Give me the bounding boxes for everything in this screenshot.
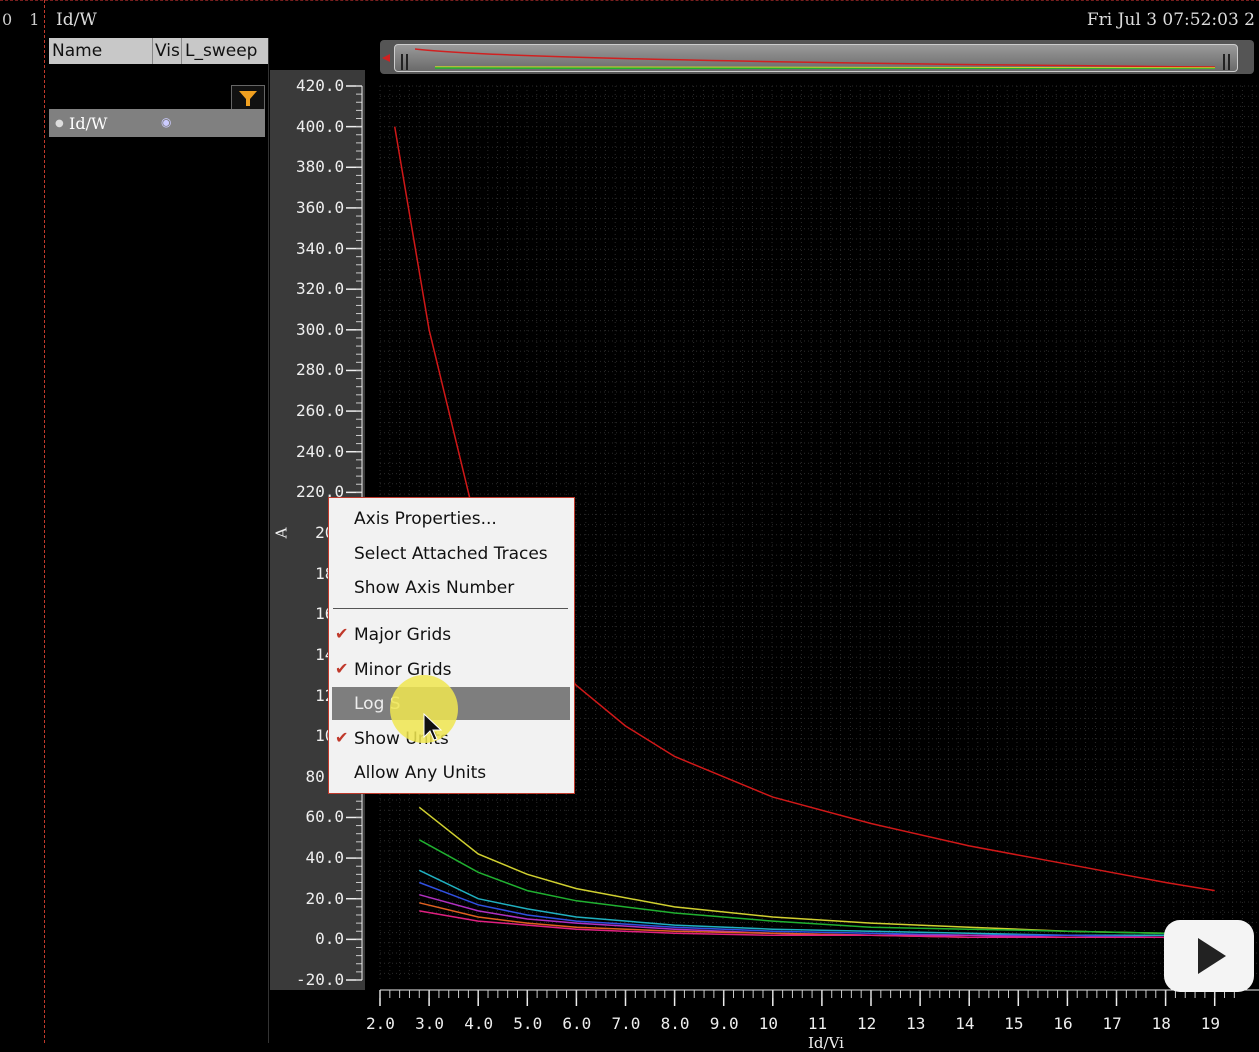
menu-item-allow-any-units[interactable]: Allow Any Units — [329, 756, 574, 789]
check-icon: ✔ — [335, 624, 349, 643]
menu-item-show-axis-number[interactable]: Show Axis Number — [329, 571, 574, 604]
mouse-cursor-icon — [423, 713, 443, 741]
play-icon — [1198, 908, 1239, 974]
menu-item-axis-properties[interactable]: Axis Properties... — [329, 502, 574, 535]
menu-item-minor-grids[interactable]: ✔ Minor Grids — [329, 653, 574, 686]
check-icon: ✔ — [335, 659, 349, 678]
menu-item-major-grids[interactable]: ✔ Major Grids — [329, 618, 574, 651]
axis-context-menu: Axis Properties... Select Attached Trace… — [328, 497, 575, 794]
x-axis-label: Id/Vi — [808, 1034, 844, 1052]
menu-separator — [333, 608, 568, 609]
menu-item-select-attached-traces[interactable]: Select Attached Traces — [329, 537, 574, 570]
video-play-button[interactable] — [1164, 908, 1254, 992]
plot-area[interactable] — [0, 0, 1259, 1043]
check-icon: ✔ — [335, 728, 349, 747]
trace-line-3[interactable] — [418, 869, 1215, 939]
